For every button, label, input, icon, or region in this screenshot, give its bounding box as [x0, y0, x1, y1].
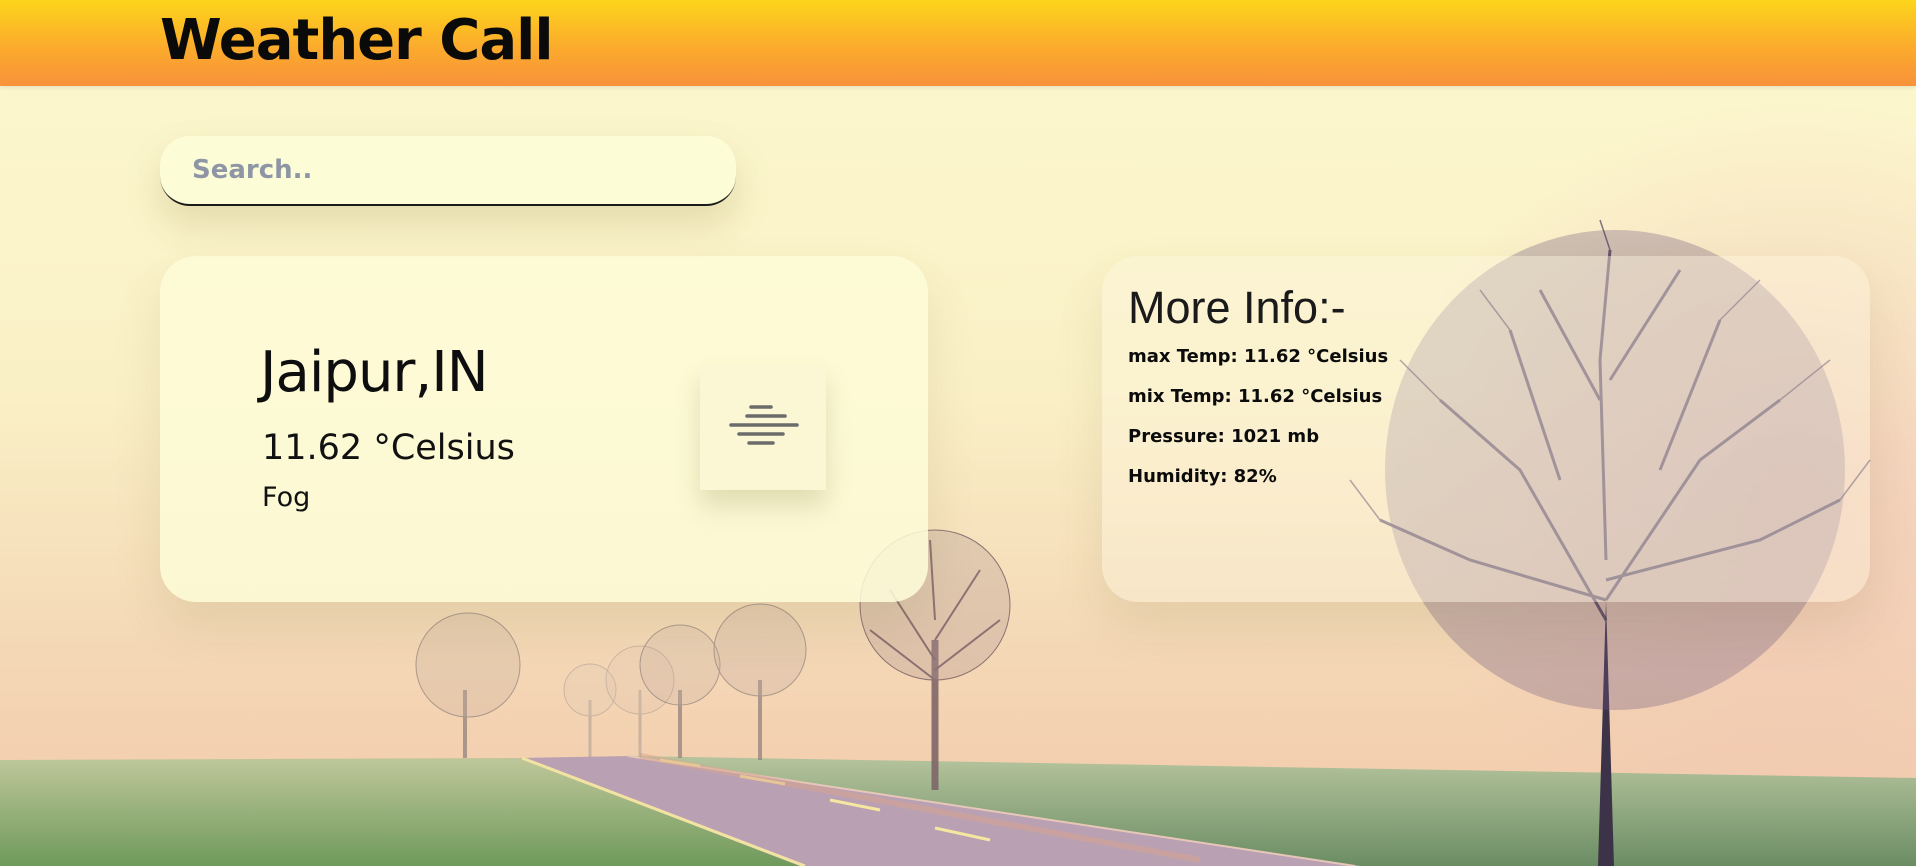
more-info-title: More Info:-	[1128, 282, 1346, 333]
app-header: Weather Call	[0, 0, 1916, 86]
weather-condition: Fog	[262, 482, 311, 513]
search-input[interactable]	[160, 136, 736, 204]
max-temp-info: max Temp: 11.62 °Celsius	[1128, 346, 1389, 367]
min-temp-info: mix Temp: 11.62 °Celsius	[1128, 386, 1383, 407]
fog-icon	[729, 405, 799, 445]
current-weather-card: Jaipur,IN 11.62 °Celsius Fog	[160, 256, 928, 602]
temperature-value: 11.62 °Celsius	[262, 428, 515, 468]
more-info-card: More Info:- max Temp: 11.62 °Celsius mix…	[1102, 256, 1870, 602]
weather-icon-container	[700, 364, 826, 490]
app-title: Weather Call	[160, 8, 554, 73]
pressure-info: Pressure: 1021 mb	[1128, 426, 1320, 447]
humidity-info: Humidity: 82%	[1128, 466, 1277, 487]
search-bar	[160, 136, 736, 206]
city-name: Jaipur,IN	[260, 340, 489, 405]
